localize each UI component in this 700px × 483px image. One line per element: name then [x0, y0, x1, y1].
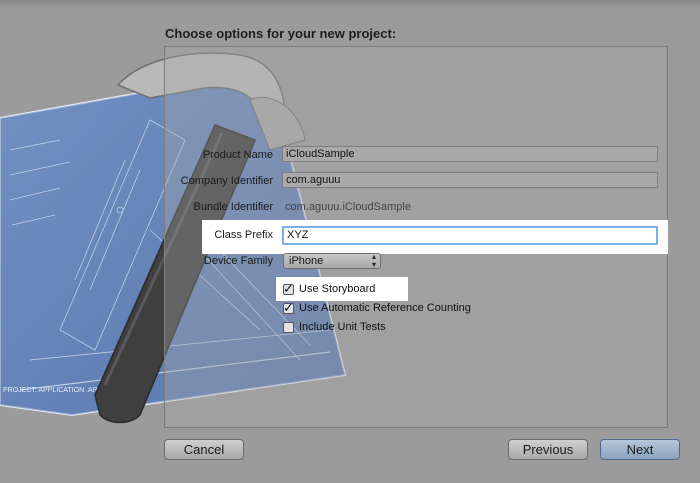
bundle-identifier-value: com.aguuu.iCloudSample	[285, 201, 411, 213]
class-prefix-field[interactable]: XYZ	[282, 226, 658, 245]
include-unit-tests-checkbox[interactable]	[283, 322, 294, 333]
use-arc-checkbox[interactable]: ✓	[283, 300, 294, 315]
use-storyboard-label: Use Storyboard	[299, 283, 376, 295]
bundle-identifier-label: Bundle Identifier	[193, 201, 274, 213]
include-unit-tests-label: Include Unit Tests	[299, 321, 386, 333]
device-family-label: Device Family	[203, 255, 273, 267]
company-identifier-field[interactable]: com.aguuu	[282, 172, 658, 188]
use-storyboard-checkbox[interactable]: ✓	[283, 281, 294, 296]
blueprint-caption: PROJECT: APPLICATION .APP	[3, 387, 102, 394]
product-name-label: Product Name	[202, 149, 273, 161]
use-arc-label: Use Automatic Reference Counting	[299, 302, 471, 314]
window-top-strip	[0, 0, 700, 8]
previous-button[interactable]: Previous	[508, 439, 588, 460]
popup-arrows-icon: ▴ ▾	[371, 252, 376, 269]
company-identifier-label: Company Identifier	[180, 175, 273, 187]
product-name-field[interactable]: iCloudSample	[282, 146, 658, 162]
next-button[interactable]: Next	[600, 439, 680, 460]
cancel-button[interactable]: Cancel	[164, 439, 244, 460]
dialog-title: Choose options for your new project:	[165, 26, 397, 41]
device-family-value: iPhone	[289, 255, 324, 267]
class-prefix-label: Class Prefix	[214, 229, 273, 241]
checkmark-icon: ✓	[283, 281, 294, 296]
device-family-popup[interactable]: iPhone ▴ ▾	[283, 253, 381, 269]
checkmark-icon: ✓	[283, 300, 294, 315]
